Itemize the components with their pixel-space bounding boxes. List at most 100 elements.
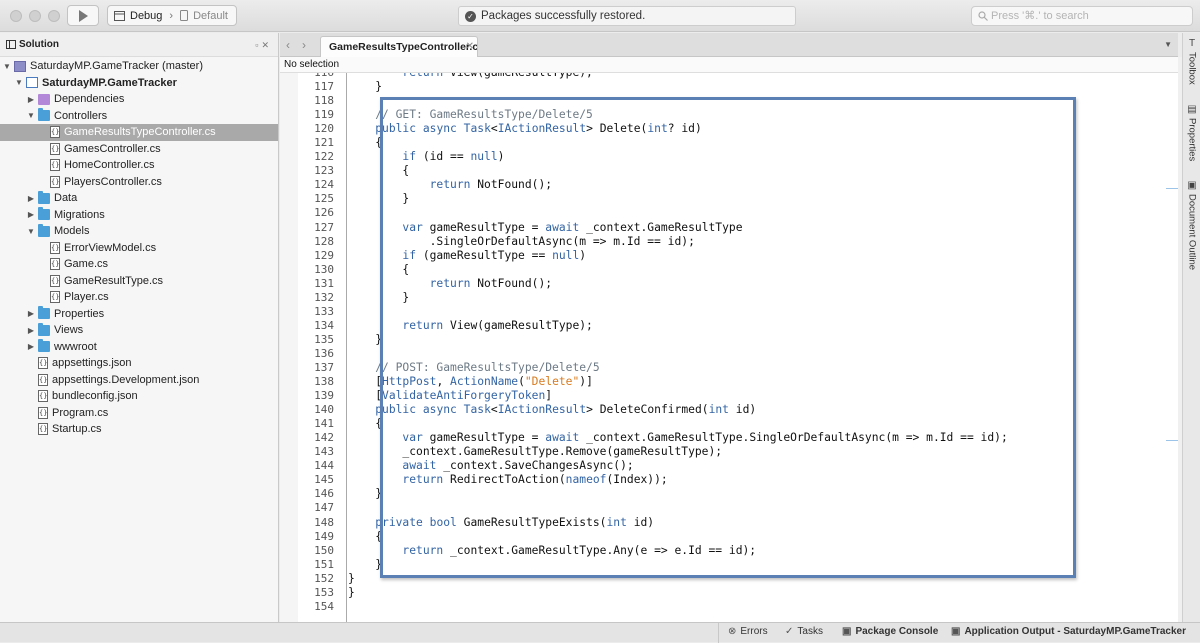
collapsed-arrow-icon[interactable]: ▶ <box>26 95 36 104</box>
tree-item-label: appsettings.json <box>52 357 132 370</box>
tree-item[interactable]: {} HomeController.cs <box>0 157 278 174</box>
tree-item-label: Program.cs <box>52 406 109 419</box>
solution-pad-icon <box>6 40 16 49</box>
expanded-arrow-icon[interactable]: ▼ <box>2 62 12 71</box>
navigate-forward-icon[interactable]: › <box>302 38 306 52</box>
code-line[interactable]: 153} <box>280 586 1178 600</box>
close-tab-icon[interactable]: ✕ <box>466 41 474 52</box>
document-tab[interactable]: GameResultsTypeController.cs ✕ <box>320 36 478 57</box>
line-number: 132 <box>314 290 334 304</box>
tree-item[interactable]: ▼ Controllers <box>0 108 278 125</box>
tab-list-dropdown-icon[interactable]: ▼ <box>1164 40 1172 49</box>
build-configuration-icon <box>114 10 125 21</box>
errors-pad-button[interactable]: ⊗ Errors <box>728 626 768 637</box>
code-text: } <box>348 557 383 571</box>
code-text: { <box>348 529 383 543</box>
tree-item[interactable]: {} bundleconfig.json <box>0 388 278 405</box>
tree-item[interactable]: {} appsettings.Development.json <box>0 372 278 389</box>
code-text: } <box>348 487 383 501</box>
document-outline-icon: ▣ <box>1187 180 1197 191</box>
zoom-window-button[interactable] <box>48 10 60 22</box>
code-line[interactable]: 117 } <box>280 80 1178 94</box>
search-field[interactable] <box>971 6 1193 26</box>
tree-item[interactable]: ▶ Properties <box>0 306 278 323</box>
tree-item[interactable]: ▶ Dependencies <box>0 91 278 108</box>
tree-item-label: HomeController.cs <box>64 159 155 172</box>
tree-item[interactable]: ▶ Data <box>0 190 278 207</box>
file-icon: {} <box>50 175 60 188</box>
line-number: 143 <box>314 445 334 459</box>
tree-item[interactable]: {} ErrorViewModel.cs <box>0 240 278 257</box>
folder-icon <box>38 108 50 122</box>
tree-item[interactable]: {} GamesController.cs <box>0 141 278 158</box>
tree-item[interactable]: {} Game.cs <box>0 256 278 273</box>
tree-item[interactable]: {} Player.cs <box>0 289 278 306</box>
tree-item-label: bundleconfig.json <box>52 390 138 403</box>
collapsed-arrow-icon[interactable]: ▶ <box>26 342 36 351</box>
code-text: } <box>348 571 355 585</box>
properties-pad-tab[interactable]: ▤ Properties <box>1183 105 1200 162</box>
pad-window-controls[interactable]: ▫✕ <box>255 40 272 51</box>
folder-icon <box>38 207 50 221</box>
tree-item[interactable]: {} Startup.cs <box>0 421 278 438</box>
folder-icon <box>38 339 50 353</box>
tasks-pad-button[interactable]: ✓ Tasks <box>785 626 823 637</box>
package-console-pad-button[interactable]: ▣ Package Console <box>842 626 938 637</box>
code-line[interactable]: 116 return View(gameResultType); <box>280 73 1178 80</box>
line-number: 146 <box>314 487 334 501</box>
code-editor[interactable]: 116 return View(gameResultType);117 }118… <box>280 73 1178 622</box>
tree-item-label: wwwroot <box>54 340 97 353</box>
tree-item[interactable]: ▶ Views <box>0 322 278 339</box>
minimize-window-button[interactable] <box>29 10 41 22</box>
file-icon: {} <box>50 258 60 271</box>
status-bar: ⊗ Errors ✓ Tasks ▣ Package Console ▣ App… <box>0 622 1200 643</box>
tree-item-label: Views <box>54 324 84 337</box>
code-line[interactable]: 154 <box>280 600 1178 614</box>
code-text: return View(gameResultType); <box>348 73 592 80</box>
tree-item[interactable]: ▼ Models <box>0 223 278 240</box>
document-outline-pad-tab[interactable]: ▣ Document Outline <box>1183 180 1200 271</box>
tree-item-label: SaturdayMP.GameTracker <box>42 76 177 89</box>
file-icon: {} <box>50 241 60 254</box>
tree-item[interactable]: ▶ wwwroot <box>0 339 278 356</box>
tree-item[interactable]: ▼ SaturdayMP.GameTracker (master) <box>0 58 278 75</box>
collapsed-arrow-icon[interactable]: ▶ <box>26 194 36 203</box>
close-window-button[interactable] <box>10 10 22 22</box>
line-number: 122 <box>314 150 334 164</box>
package-console-label: Package Console <box>855 626 939 637</box>
tree-item[interactable]: {} GameResultType.cs <box>0 273 278 290</box>
code-text: { <box>348 136 383 150</box>
tree-item[interactable]: {} Program.cs <box>0 405 278 422</box>
expanded-arrow-icon[interactable]: ▼ <box>14 78 24 87</box>
line-number: 138 <box>314 375 334 389</box>
line-number: 139 <box>314 389 334 403</box>
collapsed-arrow-icon[interactable]: ▶ <box>26 326 36 335</box>
expanded-arrow-icon[interactable]: ▼ <box>26 227 36 236</box>
tree-item[interactable]: {} PlayersController.cs <box>0 174 278 191</box>
tree-item-label: Player.cs <box>64 291 109 304</box>
run-button[interactable] <box>67 5 99 26</box>
application-output-pad-button[interactable]: ▣ Application Output - SaturdayMP.GameTr… <box>951 626 1186 637</box>
configuration-selector[interactable]: Debug › Default <box>107 5 237 26</box>
tree-item[interactable]: ▼ SaturdayMP.GameTracker <box>0 75 278 92</box>
collapsed-arrow-icon[interactable]: ▶ <box>26 309 36 318</box>
status-divider <box>718 623 719 643</box>
tree-item-label: Migrations <box>54 208 105 221</box>
status-message: Packages successfully restored. <box>481 10 646 22</box>
breadcrumb[interactable]: No selection <box>280 57 1178 73</box>
tree-item[interactable]: {} appsettings.json <box>0 355 278 372</box>
solution-icon <box>14 60 26 72</box>
folder-icon <box>38 306 50 320</box>
search-input[interactable] <box>991 10 1181 22</box>
expanded-arrow-icon[interactable]: ▼ <box>26 111 36 120</box>
collapsed-arrow-icon[interactable]: ▶ <box>26 210 36 219</box>
file-icon: {} <box>38 357 48 370</box>
side-pad-bar: T Toolbox ▤ Properties ▣ Document Outlin… <box>1182 33 1200 622</box>
tree-item[interactable]: ▶ Migrations <box>0 207 278 224</box>
tree-item-selected[interactable]: {} GameResultsTypeController.cs <box>0 124 278 141</box>
device-icon <box>180 10 189 21</box>
line-number: 135 <box>314 332 334 346</box>
navigate-back-icon[interactable]: ‹ <box>286 38 290 52</box>
toolbox-pad-tab[interactable]: T Toolbox <box>1183 39 1200 85</box>
configuration-label: Debug <box>130 9 163 22</box>
